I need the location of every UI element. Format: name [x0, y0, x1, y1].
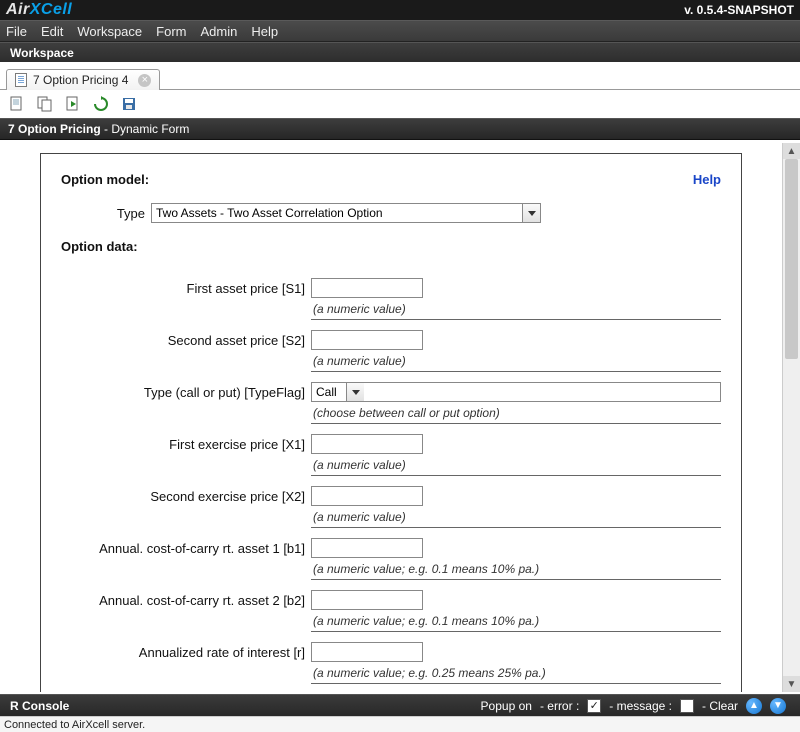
field-row: Annualized rate of interest [r](a numeri…: [97, 642, 721, 684]
type-row: Type: [101, 203, 721, 223]
tab-strip: 7 Option Pricing 4 ×: [0, 62, 800, 90]
field-label: Annual. cost-of-carry rt. asset 1 [b1]: [97, 538, 311, 556]
field-hint: (a numeric value; e.g. 0.25 means 25% pa…: [311, 666, 721, 684]
scroll-down-button[interactable]: ▼: [770, 698, 786, 714]
error-checkbox[interactable]: ✓: [587, 699, 601, 713]
content-scroll-wrap: Option model: Help Type Option data: Fir…: [0, 143, 800, 692]
field-body: (choose between call or put option): [311, 382, 721, 424]
popup-prefix: Popup on: [481, 699, 532, 713]
field-body: (a numeric value): [311, 330, 721, 372]
scroll-down-icon[interactable]: ▼: [783, 676, 800, 692]
field-input[interactable]: [311, 330, 423, 350]
field-hint: (a numeric value): [311, 354, 721, 372]
field-body: (a numeric value): [311, 486, 721, 528]
field-label: First exercise price [X1]: [97, 434, 311, 452]
field-input[interactable]: [311, 538, 423, 558]
field-select-value[interactable]: [312, 383, 346, 401]
option-data-title: Option data:: [61, 239, 721, 254]
toolbar-copy-icon[interactable]: [36, 95, 54, 113]
message-checkbox[interactable]: [680, 699, 694, 713]
field-input[interactable]: [311, 278, 423, 298]
field-body: (a numeric value): [311, 278, 721, 320]
menu-help[interactable]: Help: [251, 24, 278, 39]
logo-air: Air: [6, 1, 30, 18]
field-hint: (a numeric value): [311, 458, 721, 476]
field-row: First asset price [S1](a numeric value): [97, 278, 721, 320]
field-hint: (choose between call or put option): [311, 406, 721, 424]
field-input[interactable]: [311, 486, 423, 506]
field-select[interactable]: [311, 382, 721, 402]
vertical-scrollbar[interactable]: ▲ ▼: [782, 143, 800, 692]
field-input[interactable]: [311, 590, 423, 610]
logo-x: X: [30, 1, 41, 18]
field-hint: (a numeric value; e.g. 0.1 means 10% pa.…: [311, 614, 721, 632]
logo-cell: Cell: [41, 1, 72, 18]
field-label: Annual. cost-of-carry rt. asset 2 [b2]: [97, 590, 311, 608]
field-row: Annual. cost-of-carry rt. asset 1 [b1](a…: [97, 538, 721, 580]
field-label: Second asset price [S2]: [97, 330, 311, 348]
menu-file[interactable]: File: [6, 24, 27, 39]
scroll-thumb[interactable]: [785, 159, 798, 359]
field-label: First asset price [S1]: [97, 278, 311, 296]
type-select[interactable]: [151, 203, 541, 223]
form-banner: 7 Option Pricing - Dynamic Form: [0, 118, 800, 140]
option-model-title: Option model:: [61, 172, 721, 187]
status-bar: Connected to AirXcell server.: [0, 716, 800, 732]
field-input[interactable]: [311, 434, 423, 454]
document-icon: [15, 73, 27, 87]
field-hint: (a numeric value): [311, 302, 721, 320]
content-area: Option model: Help Type Option data: Fir…: [0, 143, 782, 692]
chevron-down-icon[interactable]: [346, 383, 364, 401]
chevron-down-icon[interactable]: [522, 204, 540, 222]
menu-admin[interactable]: Admin: [201, 24, 238, 39]
field-body: (a numeric value; e.g. 0.1 means 10% pa.…: [311, 590, 721, 632]
toolbar-refresh-icon[interactable]: [92, 95, 110, 113]
field-input[interactable]: [311, 642, 423, 662]
fields-container: First asset price [S1](a numeric value)S…: [61, 278, 721, 692]
workspace-title: Workspace: [0, 42, 800, 62]
app-logo: AirXCell: [6, 1, 72, 19]
help-link[interactable]: Help: [693, 172, 721, 187]
field-hint: (a numeric value): [311, 510, 721, 528]
toolbar-save-icon[interactable]: [120, 95, 138, 113]
form-panel: Option model: Help Type Option data: Fir…: [40, 153, 742, 692]
field-body: (a numeric value; e.g. 0.25 means 25% pa…: [311, 642, 721, 684]
clear-label: - Clear: [702, 699, 738, 713]
error-label: - error :: [540, 699, 579, 713]
form-banner-subtitle: - Dynamic Form: [101, 122, 190, 136]
app-version: v. 0.5.4-SNAPSHOT: [684, 3, 794, 17]
field-body: (a numeric value; e.g. 0.1 means 10% pa.…: [311, 538, 721, 580]
form-banner-title: 7 Option Pricing: [8, 122, 101, 136]
tab-title: 7 Option Pricing 4: [33, 73, 128, 87]
field-body: (a numeric value): [311, 434, 721, 476]
field-row: Second asset price [S2](a numeric value): [97, 330, 721, 372]
menu-workspace[interactable]: Workspace: [77, 24, 142, 39]
scroll-up-icon[interactable]: ▲: [783, 143, 800, 159]
field-label: Type (call or put) [TypeFlag]: [97, 382, 311, 400]
toolbar-execute-icon[interactable]: [64, 95, 82, 113]
tab-active[interactable]: 7 Option Pricing 4 ×: [6, 69, 160, 90]
menu-form[interactable]: Form: [156, 24, 186, 39]
scroll-up-button[interactable]: ▲: [746, 698, 762, 714]
console-title[interactable]: R Console: [10, 699, 69, 713]
menubar: File Edit Workspace Form Admin Help: [0, 20, 800, 42]
field-hint: (a numeric value; e.g. 0.1 means 10% pa.…: [311, 562, 721, 580]
toolbar-new-icon[interactable]: [8, 95, 26, 113]
field-row: Second exercise price [X2](a numeric val…: [97, 486, 721, 528]
brand-bar: AirXCell v. 0.5.4-SNAPSHOT: [0, 0, 800, 20]
message-label: - message :: [609, 699, 672, 713]
menu-edit[interactable]: Edit: [41, 24, 63, 39]
field-label: Annualized rate of interest [r]: [97, 642, 311, 660]
type-label: Type: [101, 206, 145, 221]
console-controls: Popup on - error : ✓ - message : - Clear…: [477, 698, 790, 714]
form-toolbar: [0, 90, 800, 118]
field-label: Second exercise price [X2]: [97, 486, 311, 504]
field-row: Annual. cost-of-carry rt. asset 2 [b2](a…: [97, 590, 721, 632]
type-select-value[interactable]: [152, 204, 522, 222]
tab-close-icon[interactable]: ×: [138, 74, 151, 87]
field-row: First exercise price [X1](a numeric valu…: [97, 434, 721, 476]
console-bar: R Console Popup on - error : ✓ - message…: [0, 694, 800, 716]
field-row: Type (call or put) [TypeFlag](choose bet…: [97, 382, 721, 424]
